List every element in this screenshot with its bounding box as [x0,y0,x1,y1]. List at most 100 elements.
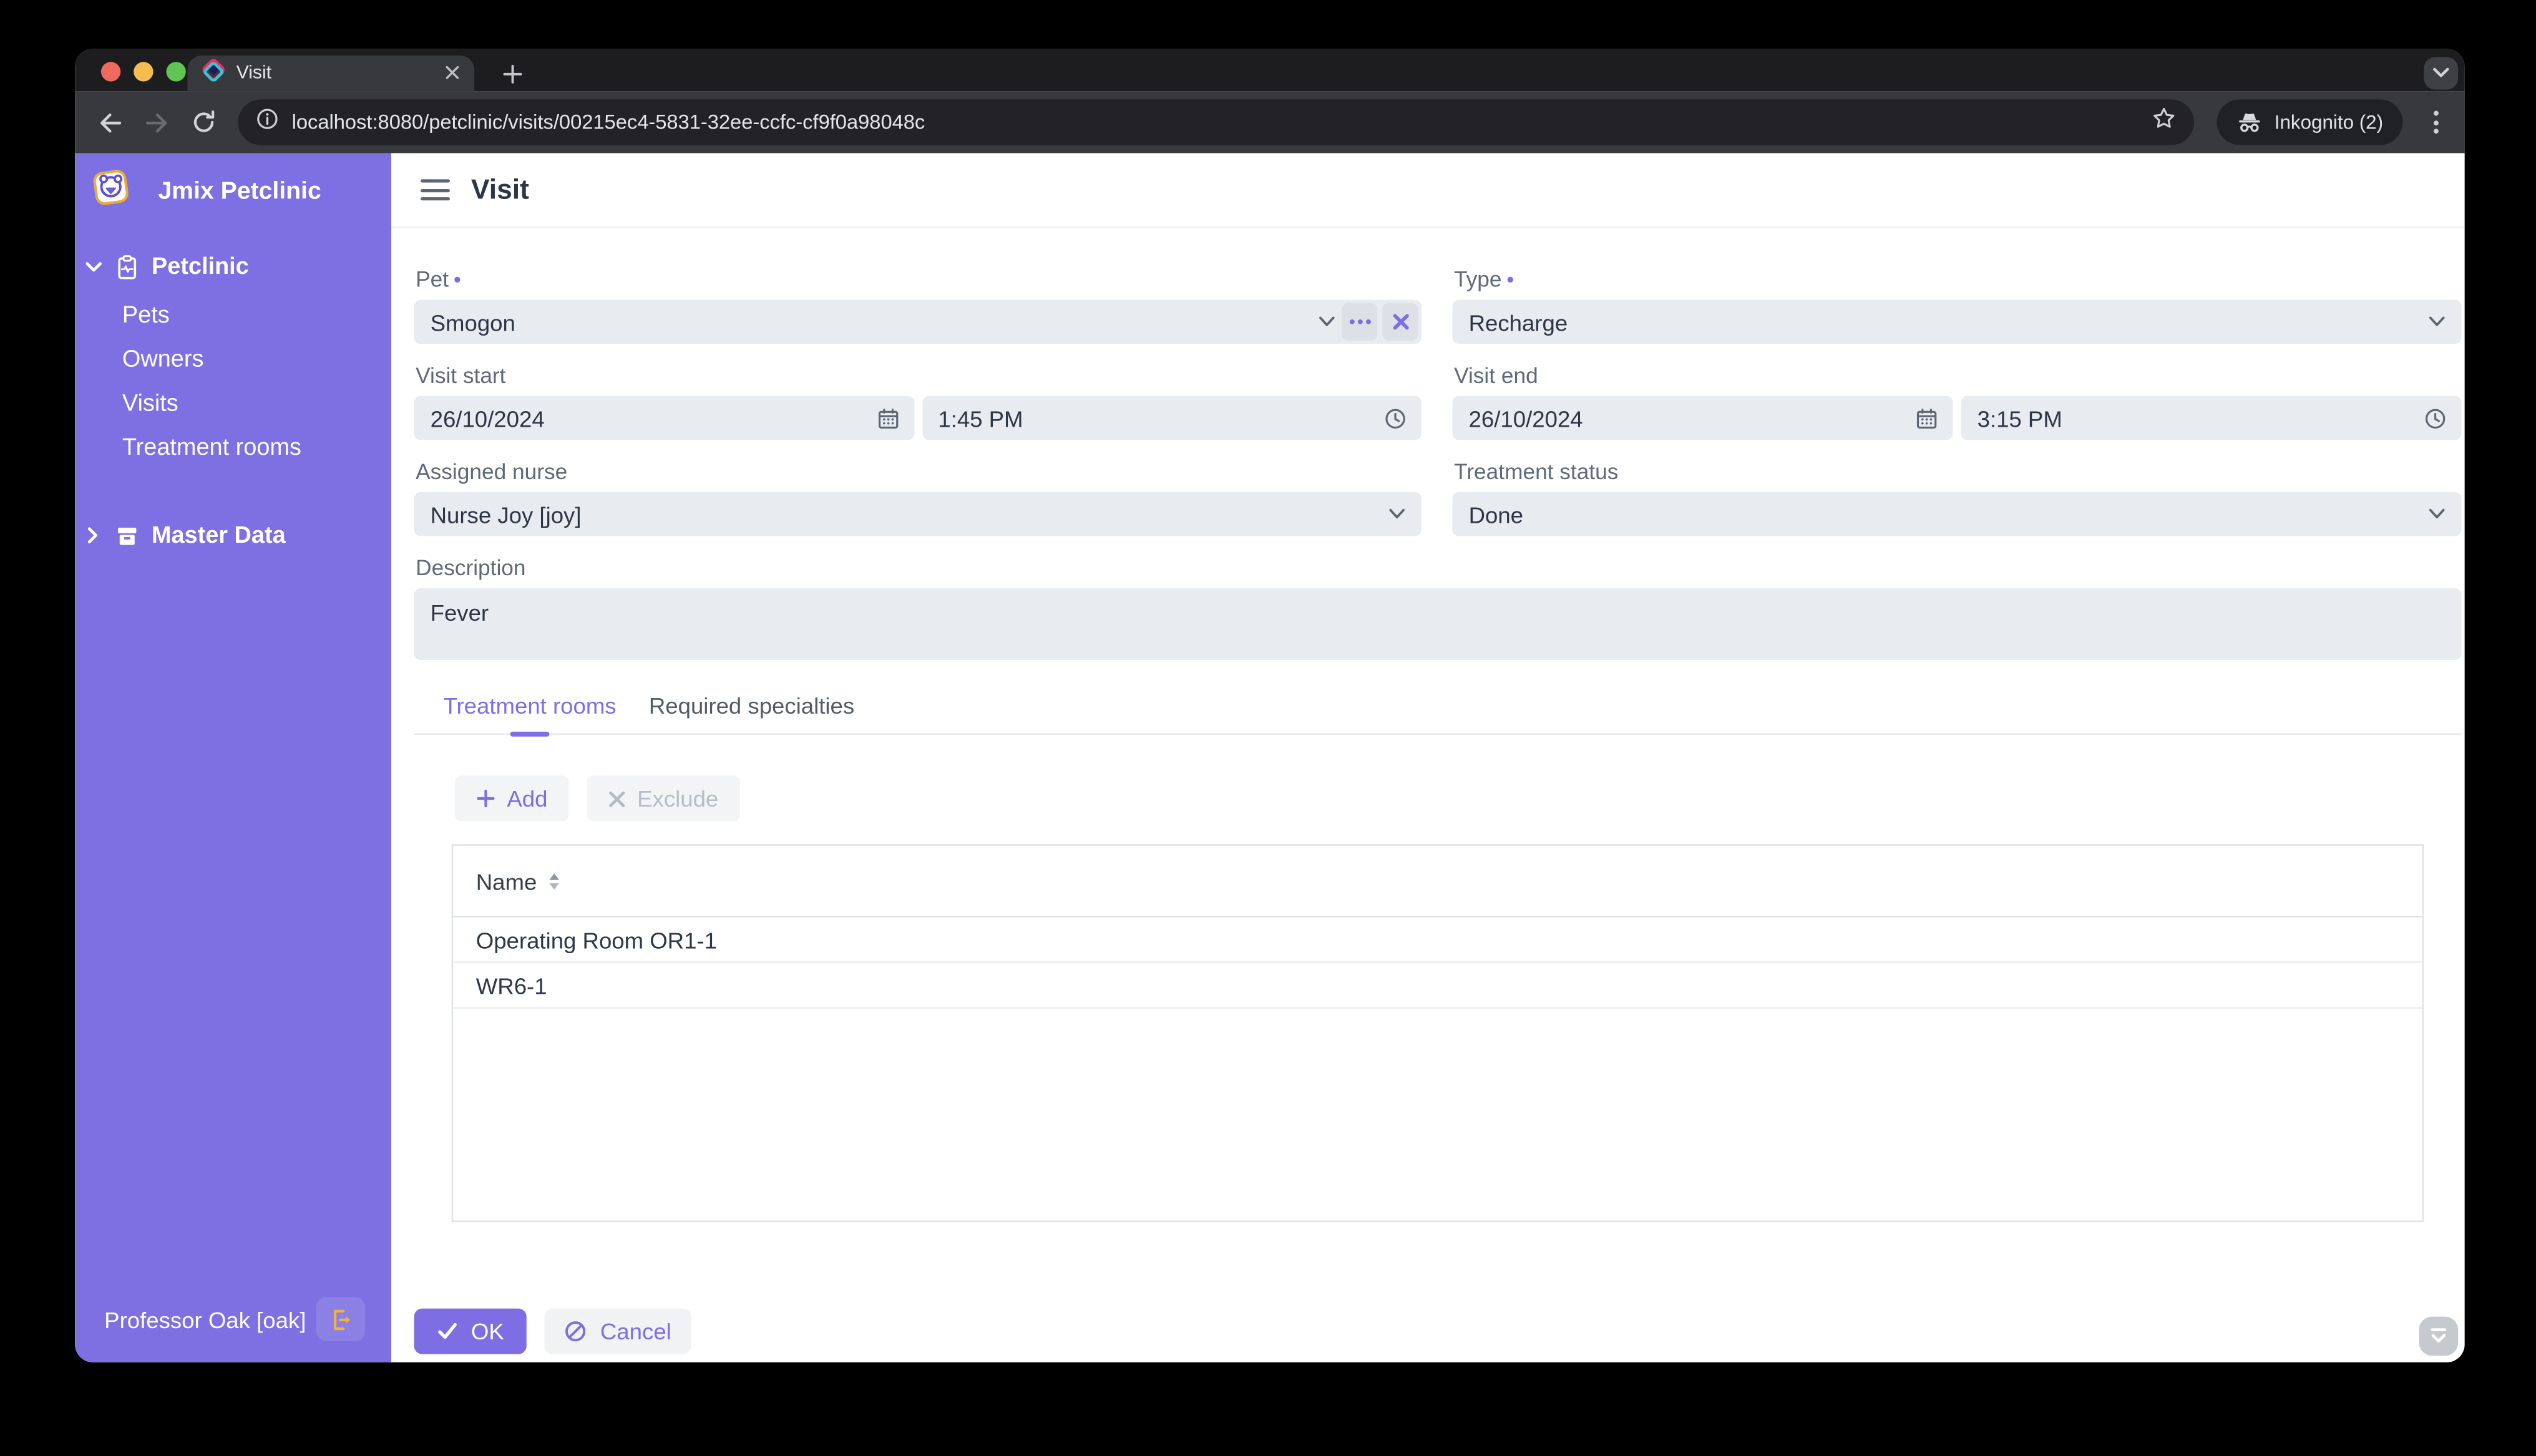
clock-icon[interactable] [1384,407,1407,430]
treatment-status-label: Treatment status [1454,459,1619,484]
ok-button[interactable]: OK [414,1308,527,1354]
page-header: Visit [391,153,2465,228]
visit-end-date-field [1452,396,1953,440]
sidebar-item-label: Visits [122,390,178,417]
new-tab-button[interactable] [495,57,528,89]
archive-box-icon [114,522,140,548]
treatment-status-input[interactable] [1468,501,2417,528]
chevron-down-icon[interactable] [2427,314,2447,329]
exclude-button[interactable]: Exclude [587,775,740,822]
current-user-label: Professor Oak [oak] [104,1306,306,1332]
menu-toggle-icon[interactable] [420,179,450,201]
back-icon[interactable] [91,104,127,140]
browser-menu-icon[interactable] [2422,104,2449,140]
cancel-button[interactable]: Cancel [545,1308,691,1354]
url-bar[interactable]: localhost:8080/petclinic/visits/00215ec4… [238,99,2195,145]
visit-end-group: Visit end [1452,364,2462,440]
cancel-button-label: Cancel [600,1318,671,1345]
treatment-status-select[interactable] [1452,492,2462,536]
tab-close-icon[interactable] [445,59,460,88]
description-textarea[interactable]: Fever [414,588,2462,660]
incognito-label: Inkognito (2) [2274,110,2384,134]
visit-form: Pet • Smogon Type • Recharge Visit start… [391,228,2465,1362]
description-group: Description Fever [414,555,2462,660]
clipboard-pulse-icon [114,253,140,279]
assigned-nurse-select[interactable] [414,492,1422,536]
calendar-icon[interactable] [876,407,899,430]
sort-icon[interactable] [550,872,560,889]
close-window-button[interactable] [100,62,121,82]
sidebar-section-master-data[interactable]: Master Data [75,508,391,562]
minimize-window-button[interactable] [134,62,154,82]
room-name-cell: WR6-1 [476,972,547,998]
screen: Visit localhost:8080/petclinic/visits/00… [0,0,2536,1456]
logout-button[interactable] [316,1297,366,1341]
bookmark-star-icon[interactable] [2152,106,2177,138]
sidebar-item-treatment-rooms[interactable]: Treatment rooms [75,425,391,470]
visit-end-time-field [1961,396,2462,440]
browser-tab-visit[interactable]: Visit [187,55,475,92]
visit-start-date-field [414,396,914,440]
chevron-down-icon[interactable] [1387,507,1407,522]
assigned-nurse-input[interactable] [430,501,1378,528]
scroll-to-bottom-button[interactable] [2419,1316,2459,1356]
required-marker: • [453,267,461,292]
incognito-icon [2237,111,2263,134]
browser-tabstrip: Visit [75,49,2465,92]
app-title: Jmix Petclinic [158,177,321,205]
table-row[interactable]: WR6-1 [453,963,2422,1009]
pet-label: Pet [416,267,449,292]
pet-lookup-button[interactable] [1341,303,1378,341]
sidebar-nav: Petclinic Pets Owners Visits Treatment r… [75,228,391,563]
reload-icon[interactable] [186,104,222,140]
forward-icon[interactable] [139,104,174,140]
browser-toolbar: localhost:8080/petclinic/visits/00215ec4… [75,91,2465,153]
url-text[interactable]: localhost:8080/petclinic/visits/00215ec4… [292,111,2139,134]
visit-end-time-input[interactable] [1977,405,2414,431]
clock-icon[interactable] [2424,407,2447,430]
sidebar-item-label: Pets [122,302,170,329]
description-label: Description [416,555,526,580]
zoom-window-button[interactable] [166,62,186,82]
type-input[interactable] [1468,309,2417,335]
pet-clear-button[interactable] [1382,303,1418,341]
chevron-down-icon[interactable] [2427,507,2447,522]
sidebar-section-petclinic[interactable]: Petclinic [75,240,391,293]
tab-required-specialties[interactable]: Required specialties [633,692,871,733]
pet-picker [414,299,1422,344]
form-actions: OK Cancel [414,1308,2461,1354]
logout-icon [333,1309,351,1329]
pet-field-group: Pet • [414,267,1422,344]
visit-start-date-input[interactable] [430,405,867,431]
assigned-nurse-label: Assigned nurse [416,459,568,484]
sidebar-item-visits[interactable]: Visits [75,381,391,425]
tab-treatment-rooms[interactable]: Treatment rooms [427,692,632,733]
table-header[interactable]: Name [453,846,2422,918]
column-header-name[interactable]: Name [476,868,537,894]
add-button[interactable]: Add [454,775,569,822]
petclinic-logo-icon [91,167,130,215]
tab-title: Visit [236,63,272,84]
sidebar-item-owners[interactable]: Owners [75,337,391,382]
site-info-icon[interactable] [256,107,279,138]
scroll-down-icon [2431,1328,2447,1343]
visit-start-time-field [922,396,1422,440]
visit-start-group: Visit start [414,364,1422,440]
sidebar-item-label: Treatment rooms [122,434,301,460]
treatment-rooms-table: Name Operating Room OR1-1 WR6-1 [451,844,2424,1223]
main-area: Visit Pet • Smogon Type • Recharge Visit… [391,153,2465,1362]
chevron-down-icon[interactable] [1317,314,1337,329]
sidebar-user: Professor Oak [oak] [75,1297,391,1362]
tab-search-button[interactable] [2424,57,2459,90]
window-controls [100,62,186,82]
check-icon [438,1323,457,1339]
calendar-icon[interactable] [1915,407,1938,430]
visit-start-time-input[interactable] [938,405,1375,431]
type-select[interactable] [1452,299,2462,344]
table-row[interactable]: Operating Room OR1-1 [453,918,2422,963]
pet-input[interactable] [430,309,1307,335]
sidebar-item-pets[interactable]: Pets [75,293,391,337]
visit-end-date-input[interactable] [1468,405,1906,431]
incognito-badge: Inkognito (2) [2217,99,2403,145]
